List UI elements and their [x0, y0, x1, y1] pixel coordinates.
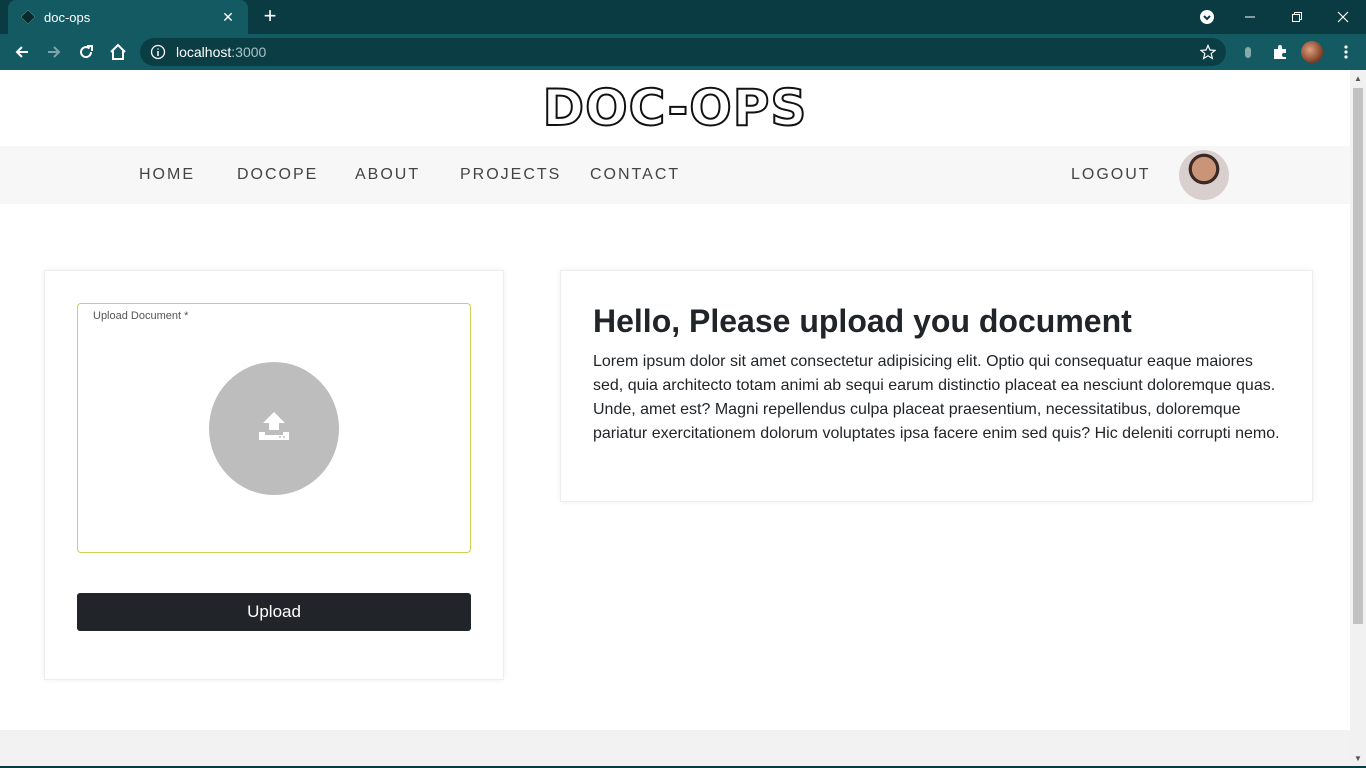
footer — [0, 730, 1350, 768]
intro-body: Lorem ipsum dolor sit amet consectetur a… — [593, 353, 1280, 442]
minimize-icon[interactable] — [1238, 0, 1262, 34]
browser-tab[interactable]: doc-ops ✕ — [8, 0, 248, 34]
new-tab-icon[interactable]: + — [258, 5, 282, 29]
upload-card: Upload Document * Upload — [44, 270, 504, 680]
nav-projects[interactable]: PROJECTS — [460, 166, 561, 184]
scroll-down-icon[interactable]: ▼ — [1354, 755, 1362, 763]
nav-contact[interactable]: CONTACT — [590, 166, 680, 184]
window-close-icon[interactable] — [1331, 0, 1355, 34]
upload-icon-circle[interactable] — [209, 362, 339, 495]
site-header: DOC-OPS — [0, 70, 1350, 146]
scrollbar-thumb[interactable] — [1353, 88, 1363, 624]
url-host: localhost — [176, 44, 232, 60]
nav-logout[interactable]: LOGOUT — [1071, 166, 1151, 184]
site-logo[interactable]: DOC-OPS — [542, 78, 808, 138]
profile-avatar[interactable] — [1301, 41, 1323, 63]
browser-tab-strip: doc-ops ✕ + — [0, 0, 1366, 34]
upload-icon — [257, 410, 291, 447]
upload-button[interactable]: Upload — [77, 593, 471, 631]
address-bar[interactable]: localhost:3000 — [140, 38, 1226, 66]
extensions-puzzle-icon[interactable] — [1270, 42, 1290, 62]
scroll-up-icon[interactable]: ▲ — [1354, 75, 1362, 83]
site-favicon-icon — [20, 9, 36, 25]
tab-search-icon[interactable] — [1196, 0, 1218, 34]
tab-title: doc-ops — [44, 9, 91, 25]
intro-card: Hello, Please upload you document Lorem … — [560, 270, 1313, 502]
page-scrollbar[interactable]: ▲ ▼ — [1350, 70, 1366, 768]
home-icon[interactable] — [106, 40, 130, 64]
forward-icon[interactable] — [42, 40, 66, 64]
browser-toolbar: localhost:3000 — [0, 34, 1366, 70]
upload-field-label: Upload Document * — [93, 310, 189, 322]
reload-icon[interactable] — [74, 40, 98, 64]
url-text: localhost:3000 — [176, 44, 266, 60]
upload-dropzone[interactable]: Upload Document * — [77, 303, 471, 553]
intro-title: Hello, Please upload you document — [593, 303, 1132, 339]
url-port: :3000 — [231, 44, 267, 60]
page-viewport: DOC-OPS HOME DOCOPE ABOUT PROJECTS CONTA… — [0, 70, 1350, 768]
nav-docope[interactable]: DOCOPE — [237, 166, 318, 184]
main-nav: HOME DOCOPE ABOUT PROJECTS CONTACT LOGOU… — [0, 146, 1350, 204]
user-avatar[interactable] — [1179, 150, 1229, 200]
browser-menu-icon[interactable] — [1336, 42, 1356, 62]
restore-icon[interactable] — [1285, 0, 1309, 34]
nav-home[interactable]: HOME — [139, 166, 195, 184]
extension-icon[interactable] — [1238, 42, 1258, 62]
site-info-icon[interactable] — [150, 44, 166, 60]
back-icon[interactable] — [10, 40, 34, 64]
tab-close-icon[interactable]: ✕ — [220, 9, 236, 25]
bookmark-star-icon[interactable] — [1199, 44, 1217, 60]
nav-about[interactable]: ABOUT — [355, 166, 420, 184]
